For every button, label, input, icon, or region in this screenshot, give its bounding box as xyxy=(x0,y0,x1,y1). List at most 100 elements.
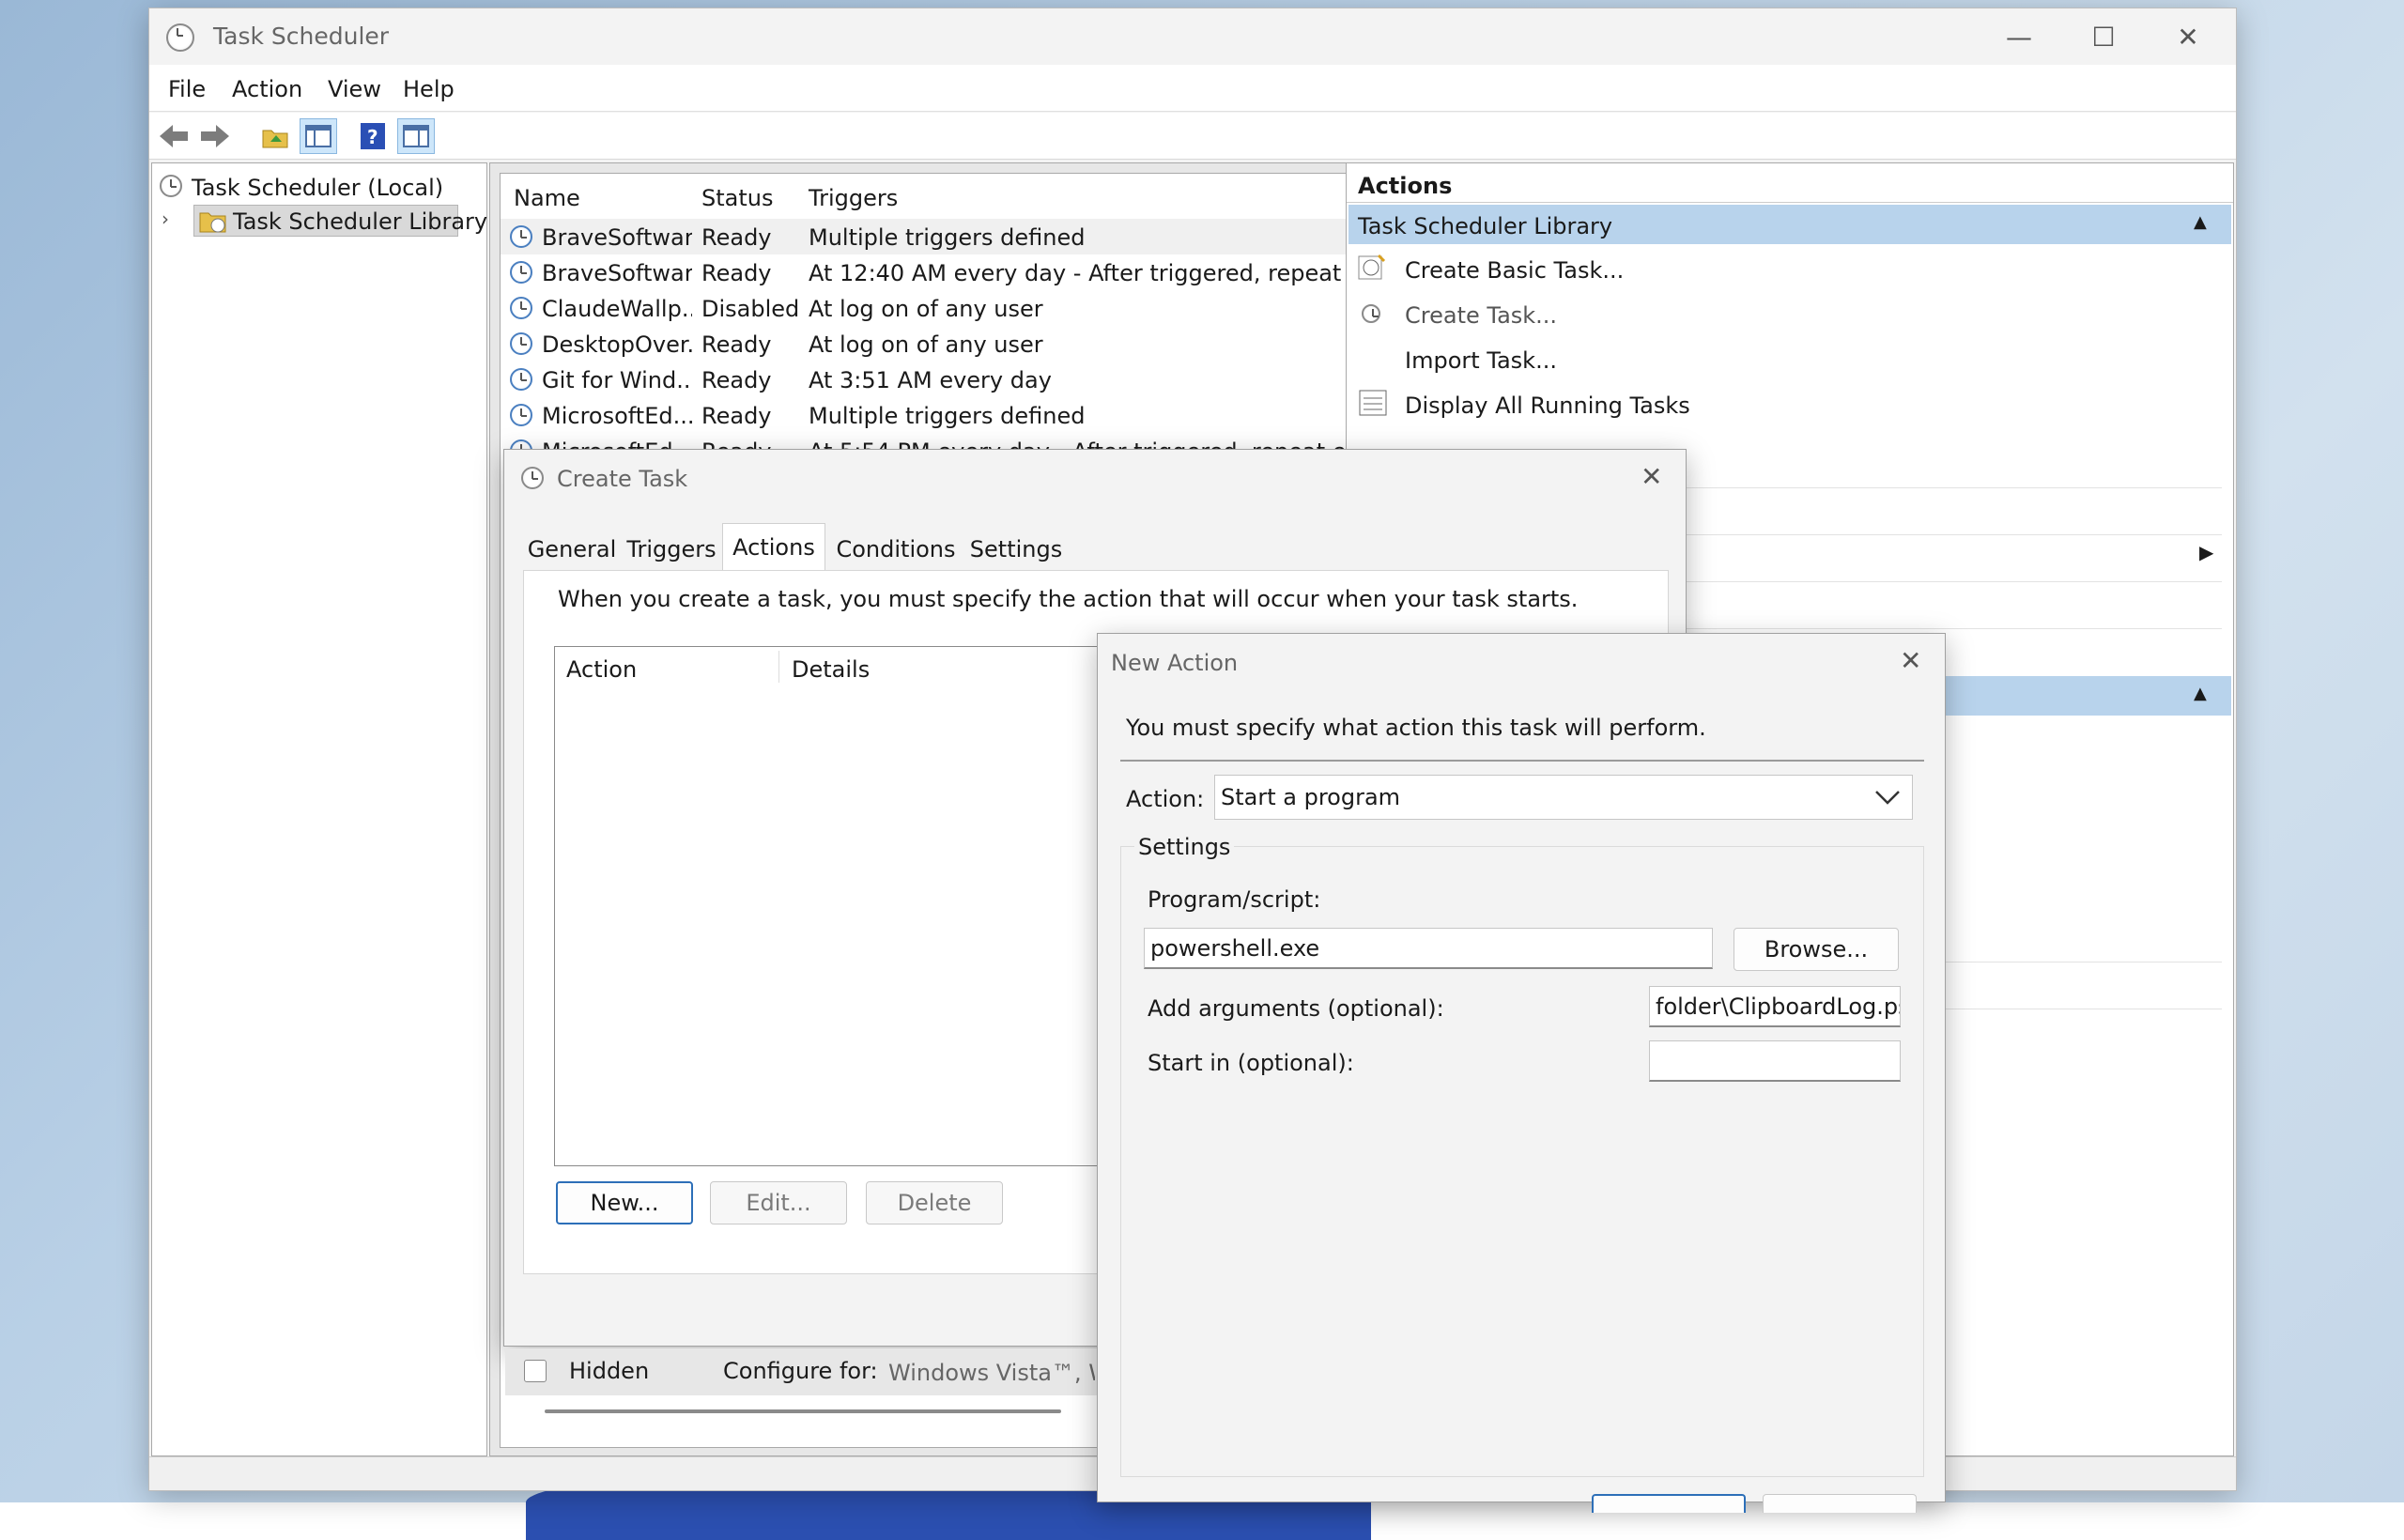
maximize-icon: ☐ xyxy=(2091,21,2116,53)
new-action-close-icon[interactable]: ✕ xyxy=(1900,645,1921,676)
task-icon xyxy=(510,261,532,284)
close-icon: ✕ xyxy=(2177,21,2199,53)
create-task-title: Create Task xyxy=(557,466,688,492)
settings-group-label: Settings xyxy=(1134,834,1235,860)
start-in-input[interactable] xyxy=(1649,1040,1901,1082)
create-task-close-icon[interactable]: ✕ xyxy=(1641,461,1662,492)
task-icon xyxy=(510,297,532,319)
task-name: BraveSoftwar... xyxy=(542,224,692,251)
browse-button[interactable]: Browse... xyxy=(1734,928,1899,971)
minimize-button[interactable]: — xyxy=(1977,8,2061,65)
close-button[interactable]: ✕ xyxy=(2146,8,2230,65)
up-folder-button[interactable] xyxy=(256,118,294,154)
collapse-up-icon[interactable]: ▲ xyxy=(2194,684,2207,703)
action-type-select[interactable]: Start a program xyxy=(1214,775,1913,820)
tree-item-library-label: Task Scheduler Library xyxy=(233,208,488,235)
actions-tab-description: When you create a task, you must specify… xyxy=(558,586,1579,612)
task-name: ClaudeWallp... xyxy=(542,296,692,322)
hidden-checkbox[interactable] xyxy=(524,1360,547,1382)
running-tasks-icon xyxy=(1359,390,1387,416)
forward-button[interactable] xyxy=(196,118,234,154)
new-action-title-bar[interactable]: New Action ✕ xyxy=(1098,634,1945,690)
menu-help[interactable]: Help xyxy=(403,76,455,102)
cancel-button[interactable] xyxy=(1763,1494,1917,1513)
tab-general[interactable]: General xyxy=(523,529,621,570)
create-task-icon xyxy=(1362,304,1380,323)
action-create-task[interactable]: Create Task... xyxy=(1358,295,2222,336)
table-row[interactable]: BraveSoftwar...ReadyMultiple triggers de… xyxy=(501,219,1451,254)
horizontal-scrollbar-thumb[interactable] xyxy=(545,1409,1061,1413)
action-display-running-tasks-label: Display All Running Tasks xyxy=(1405,393,1690,419)
tab-triggers[interactable]: Triggers xyxy=(623,529,720,570)
tab-actions[interactable]: Actions xyxy=(722,523,825,570)
title-bar[interactable]: Task Scheduler — ☐ ✕ xyxy=(149,8,2236,65)
tab-conditions[interactable]: Conditions xyxy=(829,529,963,570)
action-display-running-tasks[interactable]: Display All Running Tasks xyxy=(1358,385,2222,426)
new-action-button[interactable]: New... xyxy=(556,1181,693,1224)
new-action-dialog: New Action ✕ You must specify what actio… xyxy=(1097,633,1946,1513)
column-header-status[interactable]: Status xyxy=(701,185,773,211)
settings-group: Settings Program/script: powershell.exe … xyxy=(1120,834,1924,1477)
chevron-right-icon[interactable]: › xyxy=(162,208,169,230)
task-scheduler-icon xyxy=(160,175,182,197)
task-icon xyxy=(510,368,532,391)
program-script-label: Program/script: xyxy=(1148,886,1321,913)
toolbar: ? xyxy=(149,113,2236,160)
back-arrow-icon xyxy=(160,125,188,147)
table-row[interactable]: Git for Wind... Ready At 3:51 AM every day xyxy=(501,362,1451,397)
table-row[interactable]: ClaudeWallp... Disabled At log on of any u… xyxy=(501,290,1451,326)
table-row[interactable]: DesktopOver... Ready At log on of any user xyxy=(501,326,1451,362)
submenu-arrow-icon[interactable]: ▶ xyxy=(2199,541,2213,563)
task-scheduler-app-icon xyxy=(166,23,194,52)
menu-bar: File Action View Help xyxy=(149,65,2236,112)
tree-item-local-label: Task Scheduler (Local) xyxy=(192,175,444,201)
menu-file[interactable]: File xyxy=(168,76,206,102)
table-row[interactable]: BraveSoftwar...ReadyAt 12:40 AM every da… xyxy=(501,254,1451,290)
ok-button[interactable] xyxy=(1592,1494,1746,1513)
column-header-details[interactable]: Details xyxy=(792,656,870,683)
menu-view[interactable]: View xyxy=(328,76,381,102)
column-header-action[interactable]: Action xyxy=(566,656,637,683)
instruction-divider xyxy=(1120,760,1924,762)
new-action-instruction: You must specify what action this task w… xyxy=(1126,715,1706,741)
create-task-dialog-icon xyxy=(521,467,544,489)
action-type-label: Action: xyxy=(1126,786,1205,812)
column-header-triggers[interactable]: Triggers xyxy=(809,185,898,211)
create-basic-task-icon xyxy=(1358,254,1386,280)
menu-action[interactable]: Action xyxy=(232,76,302,102)
edit-action-button[interactable]: Edit... xyxy=(710,1181,847,1224)
console-tree-pane: Task Scheduler (Local) › Task Scheduler … xyxy=(151,162,487,1456)
tree-item-local[interactable]: Task Scheduler (Local) xyxy=(160,171,479,203)
table-row[interactable]: MicrosoftEd... Ready Multiple triggers def… xyxy=(501,397,1451,433)
actions-pane-header: Actions xyxy=(1347,163,2233,203)
window-title: Task Scheduler xyxy=(213,23,390,50)
create-task-title-bar[interactable]: Create Task ✕ xyxy=(504,450,1686,506)
program-script-input[interactable]: powershell.exe xyxy=(1144,928,1713,969)
task-icon xyxy=(510,404,532,426)
svg-text:?: ? xyxy=(367,126,378,148)
actions-section-library[interactable]: Task Scheduler Library ▲ xyxy=(1348,205,2231,244)
configure-for-value[interactable]: Windows Vista™, Win xyxy=(888,1360,1095,1386)
task-status: Ready xyxy=(701,331,772,358)
action-create-basic-task[interactable]: Create Basic Task... xyxy=(1358,250,2222,291)
configure-for-label: Configure for: xyxy=(723,1358,878,1384)
show-hide-console-tree-button[interactable] xyxy=(300,118,337,154)
minimize-icon: — xyxy=(2006,21,2032,53)
maximize-button[interactable]: ☐ xyxy=(2061,8,2146,65)
help-button[interactable]: ? xyxy=(354,118,392,154)
task-list-header: Name Status Triggers xyxy=(501,174,1472,217)
column-header-name[interactable]: Name xyxy=(514,185,580,211)
action-import-task[interactable]: Import Task... xyxy=(1358,340,2222,381)
back-button[interactable] xyxy=(155,118,193,154)
task-name: Git for Wind... xyxy=(542,367,692,393)
tree-item-library[interactable]: › Task Scheduler Library xyxy=(160,205,487,237)
add-arguments-input[interactable]: folder\ClipboardLog.ps1" xyxy=(1649,986,1901,1027)
delete-action-button[interactable]: Delete xyxy=(866,1181,1003,1224)
action-list[interactable]: Action Details xyxy=(554,646,1117,1166)
task-status: Ready xyxy=(701,367,772,393)
tab-settings[interactable]: Settings xyxy=(964,529,1068,570)
show-hide-action-pane-button[interactable] xyxy=(397,118,435,154)
collapse-up-icon[interactable]: ▲ xyxy=(2194,212,2207,232)
action-create-basic-task-label: Create Basic Task... xyxy=(1405,257,1625,284)
add-arguments-value: folder\ClipboardLog.ps1" xyxy=(1656,993,1900,1020)
